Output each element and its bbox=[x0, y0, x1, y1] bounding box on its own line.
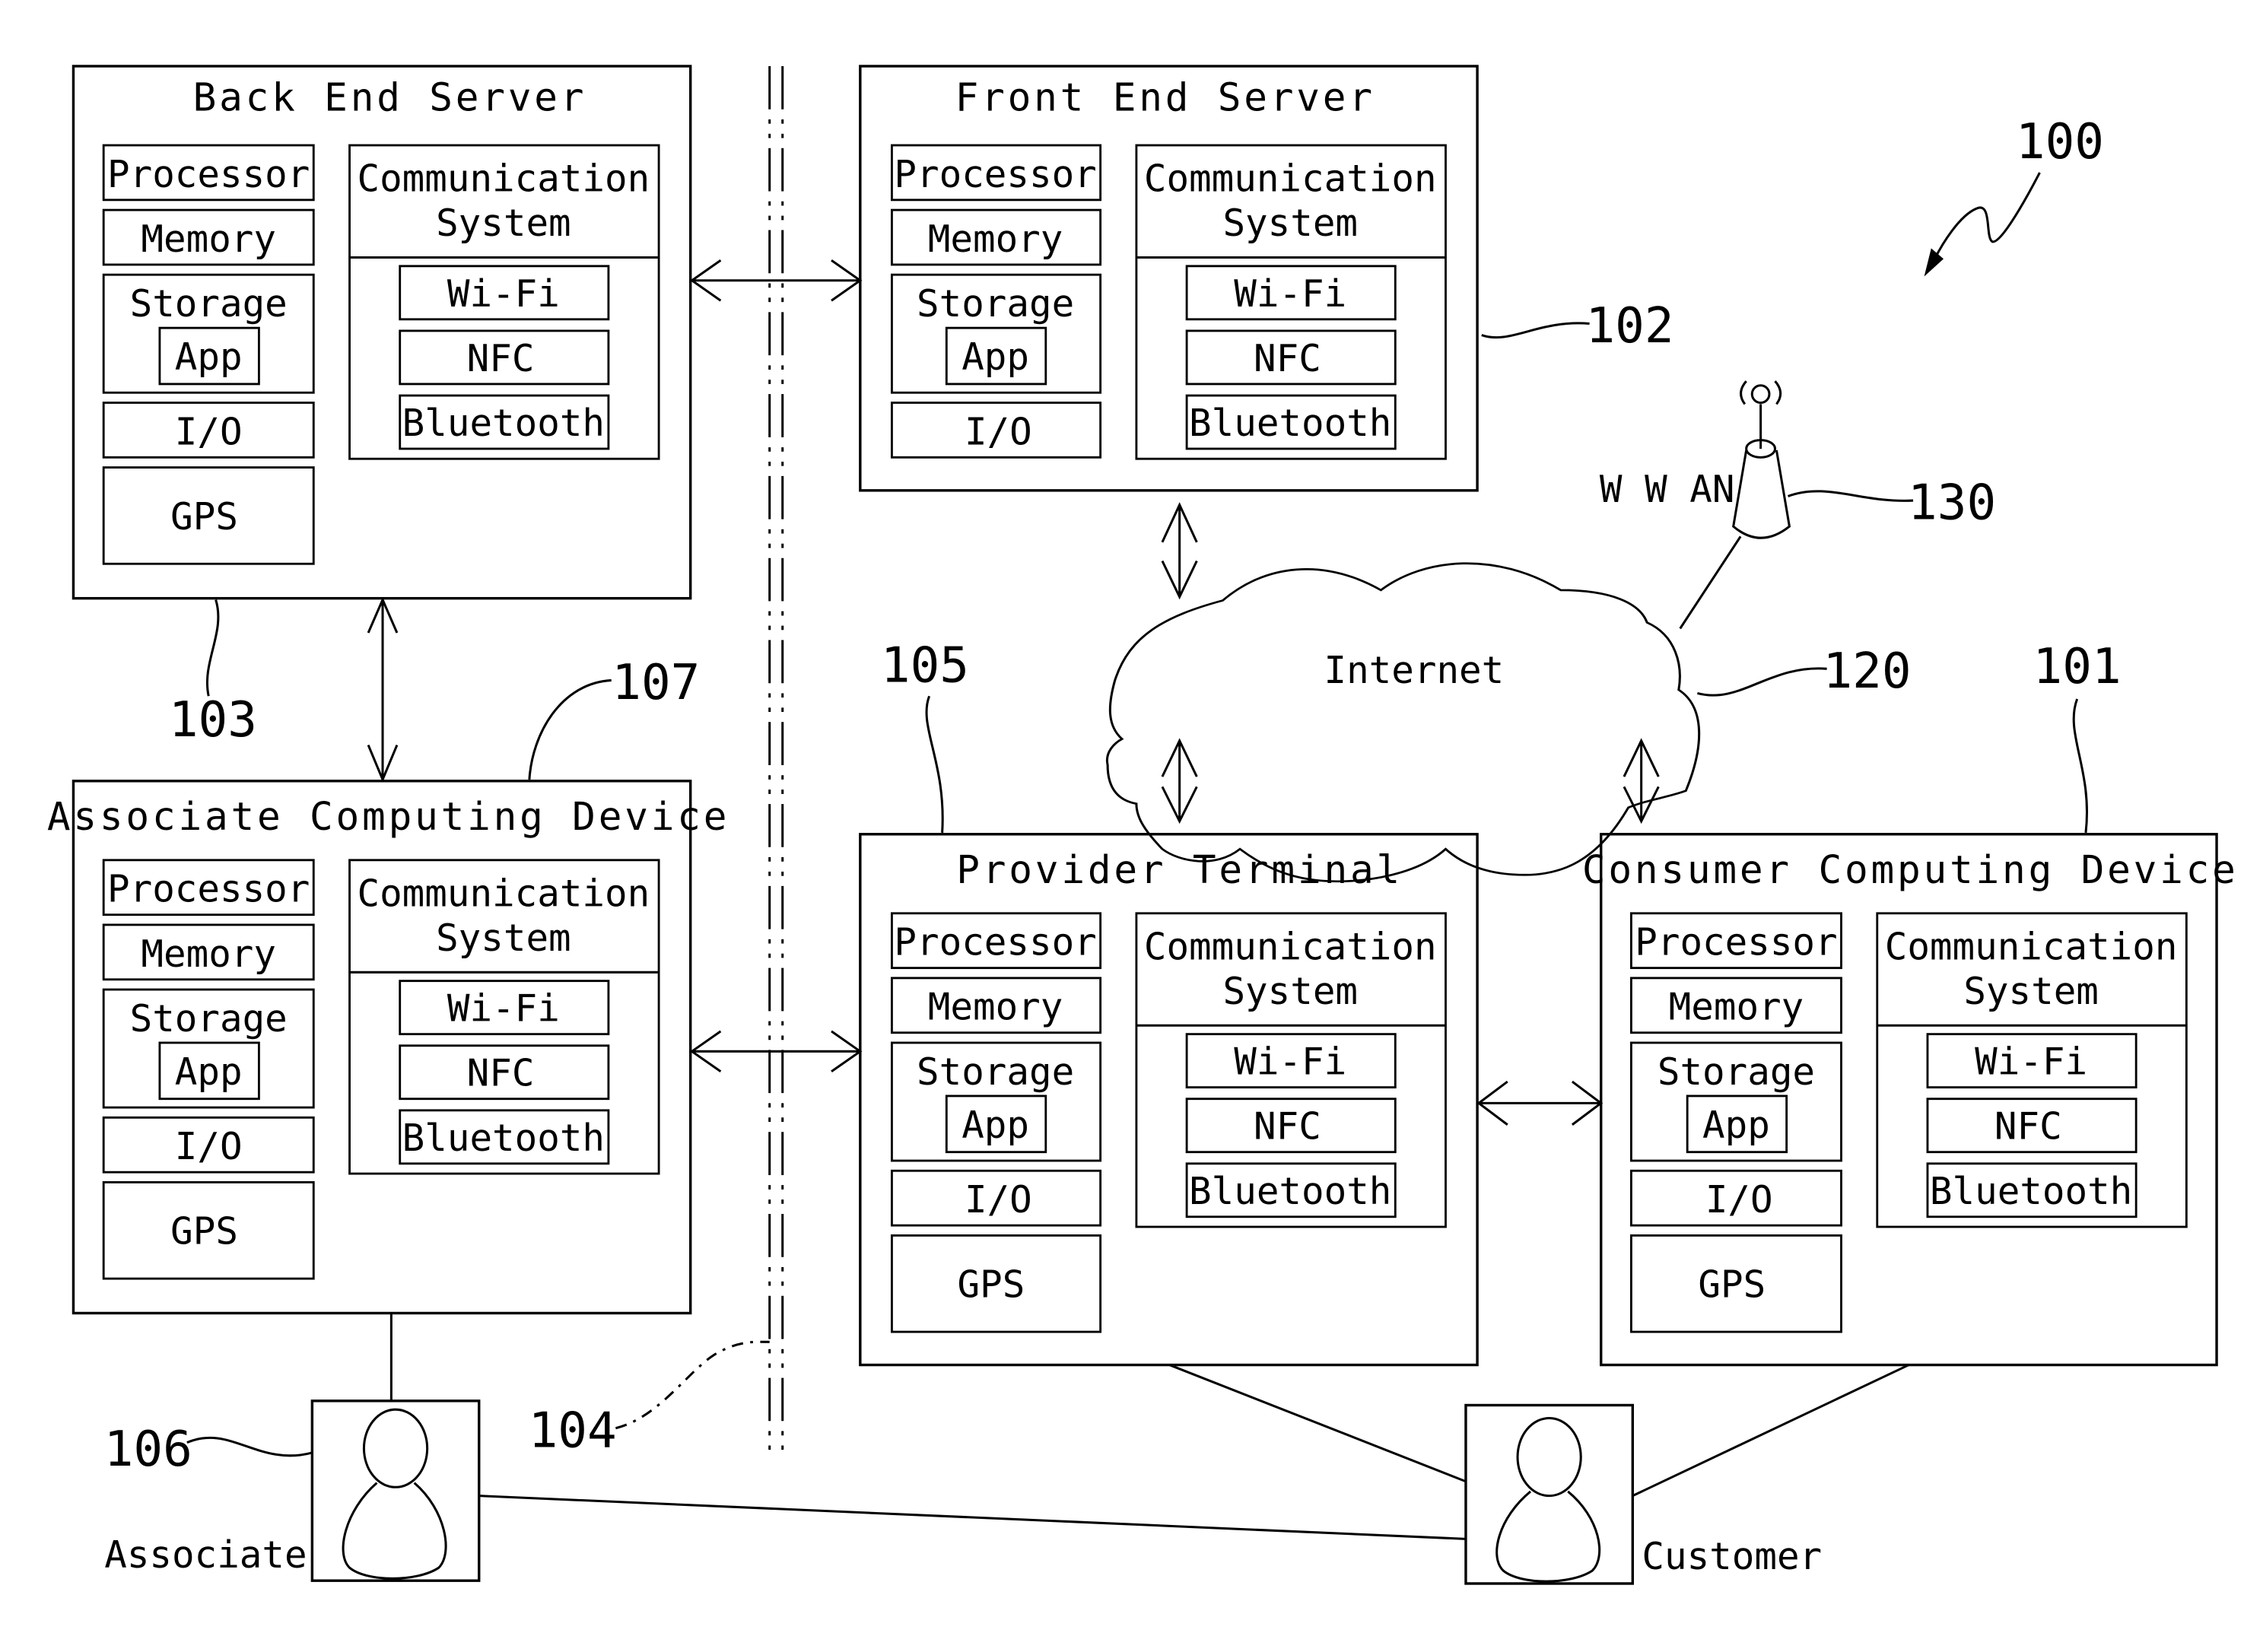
app-label: App bbox=[1702, 1103, 1770, 1147]
antenna-signal-icon bbox=[1750, 384, 1771, 404]
comm-system-title: Communication bbox=[358, 157, 650, 201]
back-end-server: Back End Server Processor Memory Storage… bbox=[72, 65, 692, 600]
wifi-label: Wi-Fi bbox=[1234, 1040, 1346, 1084]
figure-reference: 100 bbox=[1924, 113, 2104, 277]
comm-system-title: Communication bbox=[1144, 157, 1437, 201]
processor-label: Processor bbox=[1635, 920, 1837, 964]
memory-label: Memory bbox=[928, 985, 1063, 1029]
back-end-server-title: Back End Server bbox=[193, 76, 587, 121]
wwan-link bbox=[1679, 535, 1742, 630]
ref-label-104: 104 bbox=[529, 1402, 617, 1459]
svg-text:System: System bbox=[436, 916, 571, 960]
wwan-tower: W W AN bbox=[1600, 380, 1791, 630]
io-label: I/O bbox=[175, 409, 243, 453]
wwan-label: W W AN bbox=[1600, 467, 1735, 511]
bluetooth-label: Bluetooth bbox=[1189, 401, 1391, 445]
svg-text:System: System bbox=[1222, 969, 1358, 1013]
ref-label-107: 107 bbox=[612, 654, 700, 711]
memory-label: Memory bbox=[928, 217, 1063, 261]
storage-label: Storage bbox=[1658, 1050, 1815, 1094]
storage-label: Storage bbox=[130, 996, 288, 1040]
io-label: I/O bbox=[175, 1124, 243, 1168]
processor-label: Processor bbox=[894, 920, 1096, 964]
nfc-label: NFC bbox=[1994, 1104, 2062, 1148]
ref-label-130: 130 bbox=[1908, 475, 1996, 532]
arrow-internet-provider bbox=[1161, 738, 1198, 824]
ref-label-102: 102 bbox=[1585, 297, 1673, 354]
svg-text:System: System bbox=[1222, 201, 1358, 245]
arrow-provider-consumer bbox=[1476, 1080, 1604, 1126]
bluetooth-label: Bluetooth bbox=[402, 401, 605, 445]
consumer-device-title: Consumer Computing Device bbox=[1582, 848, 2239, 893]
nfc-label: NFC bbox=[467, 1051, 535, 1095]
bluetooth-label: Bluetooth bbox=[1930, 1169, 2132, 1213]
arrowhead-icon bbox=[1924, 248, 1944, 277]
system-diagram: Back End Server Processor Memory Storage… bbox=[47, 65, 2239, 1585]
arrow-frontend-internet bbox=[1161, 502, 1198, 600]
app-label: App bbox=[175, 1050, 243, 1094]
processor-label: Processor bbox=[107, 867, 310, 911]
processor-label: Processor bbox=[107, 152, 310, 196]
internet-label: Internet bbox=[1324, 648, 1504, 692]
gps-label: GPS bbox=[170, 1209, 238, 1253]
ref-label-105: 105 bbox=[881, 637, 969, 694]
gps-label: GPS bbox=[1698, 1263, 1766, 1307]
ref-label-103: 103 bbox=[169, 691, 257, 748]
person-links bbox=[478, 1364, 1910, 1540]
gps-label: GPS bbox=[170, 494, 238, 538]
network-boundary bbox=[768, 65, 784, 1460]
provider-terminal: Provider Terminal Processor Memory Stora… bbox=[859, 833, 1479, 1367]
ref-label-101: 101 bbox=[2033, 638, 2122, 695]
bluetooth-label: Bluetooth bbox=[1189, 1169, 1391, 1213]
storage-label: Storage bbox=[917, 1050, 1074, 1094]
ref-label-106: 106 bbox=[104, 1421, 192, 1478]
arrow-backend-frontend bbox=[689, 259, 863, 302]
gps-label: GPS bbox=[958, 1263, 1025, 1307]
associate-label: Associate bbox=[104, 1533, 307, 1577]
consumer-computing-device: Consumer Computing Device Processor Memo… bbox=[1582, 833, 2239, 1367]
customer-label: Customer bbox=[1642, 1534, 1822, 1578]
bluetooth-label: Bluetooth bbox=[402, 1116, 605, 1160]
processor-label: Processor bbox=[894, 152, 1096, 196]
app-label: App bbox=[961, 335, 1029, 379]
wifi-label: Wi-Fi bbox=[447, 986, 560, 1031]
wifi-label: Wi-Fi bbox=[1975, 1040, 2087, 1084]
nfc-label: NFC bbox=[467, 336, 535, 380]
memory-label: Memory bbox=[141, 217, 276, 261]
app-label: App bbox=[961, 1103, 1029, 1147]
comm-system-title: Communication bbox=[358, 871, 650, 915]
wifi-label: Wi-Fi bbox=[1234, 272, 1346, 316]
io-label: I/O bbox=[965, 1177, 1032, 1222]
svg-text:System: System bbox=[436, 201, 571, 245]
svg-text:System: System bbox=[1963, 969, 2099, 1013]
comm-system-title: Communication bbox=[1885, 924, 2178, 968]
nfc-label: NFC bbox=[1254, 1104, 1321, 1148]
memory-label: Memory bbox=[141, 932, 276, 976]
comm-system-title: Communication bbox=[1144, 924, 1437, 968]
storage-label: Storage bbox=[130, 281, 288, 326]
arrow-internet-consumer bbox=[1623, 738, 1660, 824]
arrow-backend-associate bbox=[367, 596, 399, 783]
ref-label-120: 120 bbox=[1823, 643, 1911, 700]
provider-terminal-title: Provider Terminal bbox=[956, 848, 1403, 893]
front-end-server-title: Front End Server bbox=[955, 76, 1375, 121]
storage-label: Storage bbox=[917, 281, 1074, 326]
associate-computing-device: Associate Computing Device Processor Mem… bbox=[47, 780, 729, 1315]
nfc-label: NFC bbox=[1254, 336, 1321, 380]
io-label: I/O bbox=[965, 409, 1032, 453]
io-label: I/O bbox=[1705, 1177, 1773, 1222]
tower-body-icon bbox=[1732, 450, 1791, 539]
front-end-server: Front End Server Processor Memory Storag… bbox=[859, 65, 1479, 492]
figure-ref-label: 100 bbox=[2016, 113, 2104, 170]
app-label: App bbox=[175, 335, 243, 379]
associate-device-title: Associate Computing Device bbox=[47, 795, 729, 840]
arrow-associate-provider bbox=[689, 1030, 863, 1073]
memory-label: Memory bbox=[1669, 985, 1804, 1029]
wifi-label: Wi-Fi bbox=[447, 272, 560, 316]
